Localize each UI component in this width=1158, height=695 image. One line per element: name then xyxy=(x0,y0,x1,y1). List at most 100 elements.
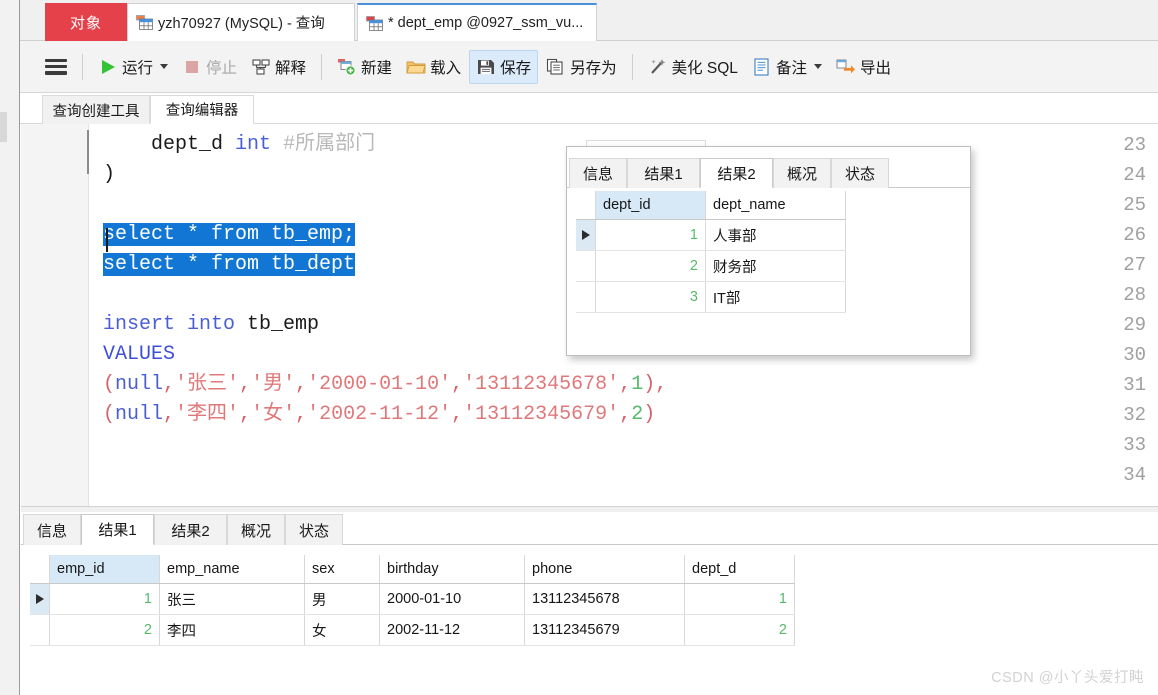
watermark: CSDN @小丫头爱打盹 xyxy=(991,670,1144,686)
code-line[interactable]: dept_d int #所属部门 xyxy=(103,130,375,160)
save-as-icon xyxy=(546,58,566,76)
code-line[interactable]: VALUES xyxy=(103,340,175,370)
bottom-tab-3[interactable]: 概况 xyxy=(227,514,285,545)
column-header-phone[interactable]: phone xyxy=(525,555,685,583)
tab-object[interactable]: 对象 xyxy=(45,3,127,41)
code-token: ) xyxy=(643,403,656,426)
table-row[interactable]: 2 财务部 xyxy=(576,251,846,282)
cell-dept_name[interactable]: 人事部 xyxy=(706,220,846,250)
column-header-dept_name[interactable]: dept_name xyxy=(706,191,846,219)
column-header-emp_id[interactable]: emp_id xyxy=(50,555,160,583)
row-selector[interactable] xyxy=(30,584,50,614)
bottom-tab-0[interactable]: 信息 xyxy=(23,514,81,545)
tab-query-dept-emp[interactable]: * dept_emp @0927_ssm_vu... xyxy=(357,3,597,41)
cell-dept_d[interactable]: 1 xyxy=(685,584,795,614)
subtab-query-editor[interactable]: 查询编辑器 xyxy=(150,95,254,124)
note-icon xyxy=(752,57,772,76)
code-line[interactable]: insert into tb_emp xyxy=(103,310,319,340)
tab-query-yzh70927[interactable]: yzh70927 (MySQL) - 查询 xyxy=(127,3,355,41)
explain-button[interactable]: 解释 xyxy=(245,50,312,84)
save-button-label: 保存 xyxy=(500,59,532,77)
beautify-sql-button-label: 美化 SQL xyxy=(671,59,738,77)
main-toolbar: 运行 停止 解释 新建 载入 保存 另存为 美化 SQL 备注 导出 xyxy=(20,41,1158,93)
table-row[interactable]: 1 张三男 2000-01-10 13112345678 1 xyxy=(30,584,795,615)
column-header-birthday[interactable]: birthday xyxy=(380,555,525,583)
column-header-dept_d[interactable]: dept_d xyxy=(685,555,795,583)
cell-emp_name[interactable]: 张三 xyxy=(160,584,305,614)
bottom-result-grid[interactable]: emp_id emp_name sex birthday phone dept_d 1 张三男… xyxy=(30,555,795,646)
new-button[interactable]: 新建 xyxy=(331,50,398,84)
cell-dept_name[interactable]: 财务部 xyxy=(706,251,846,281)
bottom-tab-1[interactable]: 结果1 xyxy=(81,514,154,545)
code-token: , xyxy=(451,403,464,426)
popup-result-grid[interactable]: dept_id dept_name 1 人事部 2 财务部 3 IT部 xyxy=(576,191,846,313)
tab-query-yzh70927-label: yzh70927 (MySQL) - 查询 xyxy=(158,16,325,32)
cell-dept_d[interactable]: 2 xyxy=(685,615,795,645)
cell-dept_id[interactable]: 3 xyxy=(596,282,706,312)
grid-corner xyxy=(30,555,50,583)
cell-sex[interactable]: 男 xyxy=(305,584,380,614)
column-header-dept_id[interactable]: dept_id xyxy=(596,191,706,219)
table-row[interactable]: 1 人事部 xyxy=(576,220,846,251)
cell-emp_id[interactable]: 2 xyxy=(50,615,160,645)
play-icon xyxy=(98,58,118,76)
table-row[interactable]: 3 IT部 xyxy=(576,282,846,313)
run-button[interactable]: 运行 xyxy=(92,50,174,84)
cell-phone[interactable]: 13112345679 xyxy=(525,615,685,645)
code-line[interactable]: (null,'李四','女','2002-11-12','13112345679… xyxy=(103,400,655,430)
subtab-query-builder-label: 查询创建工具 xyxy=(52,103,140,120)
rail-collapse-handle[interactable] xyxy=(0,112,7,142)
cell-emp_id[interactable]: 1 xyxy=(50,584,160,614)
load-button[interactable]: 载入 xyxy=(400,50,467,84)
cell-birthday[interactable]: 2000-01-10 xyxy=(380,584,525,614)
code-line[interactable]: (null,'张三','男','2000-01-10','13112345678… xyxy=(103,370,667,400)
code-line[interactable]: select * from tb_emp; xyxy=(103,220,356,250)
chevron-down-icon[interactable] xyxy=(160,64,169,69)
bottom-result-tabs: 信息 结果1 结果2 概况 状态 xyxy=(21,512,1158,545)
code-token: null xyxy=(115,403,164,426)
popup-tab-3[interactable]: 概况 xyxy=(773,158,831,188)
column-header-emp_name[interactable]: emp_name xyxy=(160,555,305,583)
subtab-query-builder[interactable]: 查询创建工具 xyxy=(42,95,150,124)
floating-result-popup[interactable]: 信息 结果1 结果2 概况 状态 dept_id dept_name 1 人事部 2 财务部 3 IT… xyxy=(566,146,971,356)
code-token: ) xyxy=(103,163,116,186)
stop-button: 停止 xyxy=(176,50,243,84)
current-row-arrow-icon xyxy=(35,594,44,604)
bottom-tab-2[interactable]: 结果2 xyxy=(154,514,227,545)
cell-phone[interactable]: 13112345678 xyxy=(525,584,685,614)
menu-button[interactable] xyxy=(39,50,73,84)
bottom-tab-4[interactable]: 状态 xyxy=(285,514,343,545)
code-token: ( xyxy=(103,373,116,396)
grid-header-row: dept_id dept_name xyxy=(576,191,846,220)
cell-emp_name[interactable]: 李四 xyxy=(160,615,305,645)
save-as-button-label: 另存为 xyxy=(570,59,617,77)
row-selector[interactable] xyxy=(576,251,596,281)
save-button[interactable]: 保存 xyxy=(469,49,539,84)
cell-birthday[interactable]: 2002-11-12 xyxy=(380,615,525,645)
popup-tab-2[interactable]: 结果2 xyxy=(700,158,773,188)
row-selector[interactable] xyxy=(30,615,50,645)
beautify-sql-button[interactable]: 美化 SQL xyxy=(642,50,744,84)
new-icon xyxy=(337,58,357,76)
cell-dept_name[interactable]: IT部 xyxy=(706,282,846,312)
column-header-sex[interactable]: sex xyxy=(305,555,380,583)
popup-tab-0[interactable]: 信息 xyxy=(569,158,627,188)
code-token: '2002-11-12' xyxy=(307,403,452,426)
note-button[interactable]: 备注 xyxy=(746,50,828,84)
chevron-down-icon[interactable] xyxy=(813,64,822,69)
save-as-button[interactable]: 另存为 xyxy=(540,50,623,84)
code-line[interactable]: select * from tb_dept xyxy=(103,250,356,280)
cell-sex[interactable]: 女 xyxy=(305,615,380,645)
cell-dept_id[interactable]: 2 xyxy=(596,251,706,281)
row-selector[interactable] xyxy=(576,220,596,250)
cell-dept_id[interactable]: 1 xyxy=(596,220,706,250)
row-selector[interactable] xyxy=(576,282,596,312)
popup-tab-4[interactable]: 状态 xyxy=(831,158,889,188)
popup-tab-1[interactable]: 结果1 xyxy=(627,158,700,188)
new-button-label: 新建 xyxy=(361,59,393,77)
stop-button-label: 停止 xyxy=(206,59,238,77)
folder-icon xyxy=(406,58,426,76)
export-button[interactable]: 导出 xyxy=(830,50,897,84)
table-row[interactable]: 2 李四女 2002-11-12 13112345679 2 xyxy=(30,615,795,646)
code-line[interactable]: ) xyxy=(103,160,115,190)
